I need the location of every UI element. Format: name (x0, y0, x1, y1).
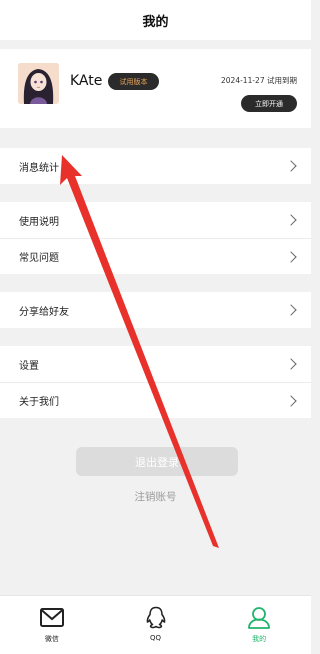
user-icon (248, 607, 271, 629)
tab-qq[interactable]: QQ (104, 596, 208, 654)
qq-icon (146, 606, 165, 629)
username: KAte (70, 73, 103, 89)
profile-card: KAte 试用版本 2024-11-27 试用到期 立即开通 (0, 49, 311, 128)
chevron-right-icon (285, 250, 297, 263)
tab-label: 微信 (44, 635, 59, 643)
section-divider (0, 128, 311, 148)
bottom-tab-bar: 微信 QQ 我的 (0, 595, 311, 654)
expire-date: 2024-11-27 试用到期 (221, 76, 297, 85)
page-title: 我的 (142, 14, 169, 30)
menu-item-share[interactable]: 分享给好友 (0, 292, 311, 328)
chevron-right-icon (285, 358, 297, 370)
menu-item-about[interactable]: 关于我们 (0, 382, 311, 418)
chevron-right-icon (285, 304, 297, 316)
menu-item-label: 消息统计 (19, 162, 59, 174)
section-divider (0, 328, 311, 346)
menu-item-settings[interactable]: 设置 (0, 346, 311, 382)
chevron-right-icon (285, 160, 297, 172)
account-actions: 退出登录 注销账号 (0, 418, 311, 601)
menu-item-label: 分享给好友 (19, 306, 69, 318)
menu-item-stats[interactable]: 消息统计 (0, 148, 311, 184)
chevron-right-icon (285, 214, 297, 226)
logout-button[interactable]: 退出登录 (76, 447, 238, 476)
tab-wechat[interactable]: 微信 (0, 596, 104, 654)
tab-label: QQ (149, 634, 162, 642)
menu-item-label: 设置 (19, 360, 39, 372)
section-divider (0, 274, 311, 292)
chevron-right-icon (285, 394, 297, 407)
cancel-account-link[interactable]: 注销账号 (0, 489, 311, 504)
mail-icon (39, 608, 64, 627)
tab-label: 我的 (252, 635, 267, 643)
section-divider (0, 40, 311, 49)
section-divider (0, 184, 311, 202)
activate-button[interactable]: 立即开通 (241, 95, 297, 112)
page-header: 我的 (0, 0, 311, 40)
trial-badge: 试用版本 (108, 73, 159, 90)
menu-item-faq[interactable]: 常见问题 (0, 238, 311, 274)
menu-item-usage[interactable]: 使用说明 (0, 202, 311, 238)
tab-mine[interactable]: 我的 (207, 596, 311, 654)
menu-item-label: 关于我们 (19, 397, 59, 408)
menu-item-label: 常见问题 (19, 253, 59, 264)
menu-item-label: 使用说明 (19, 216, 59, 228)
avatar[interactable] (18, 63, 59, 104)
